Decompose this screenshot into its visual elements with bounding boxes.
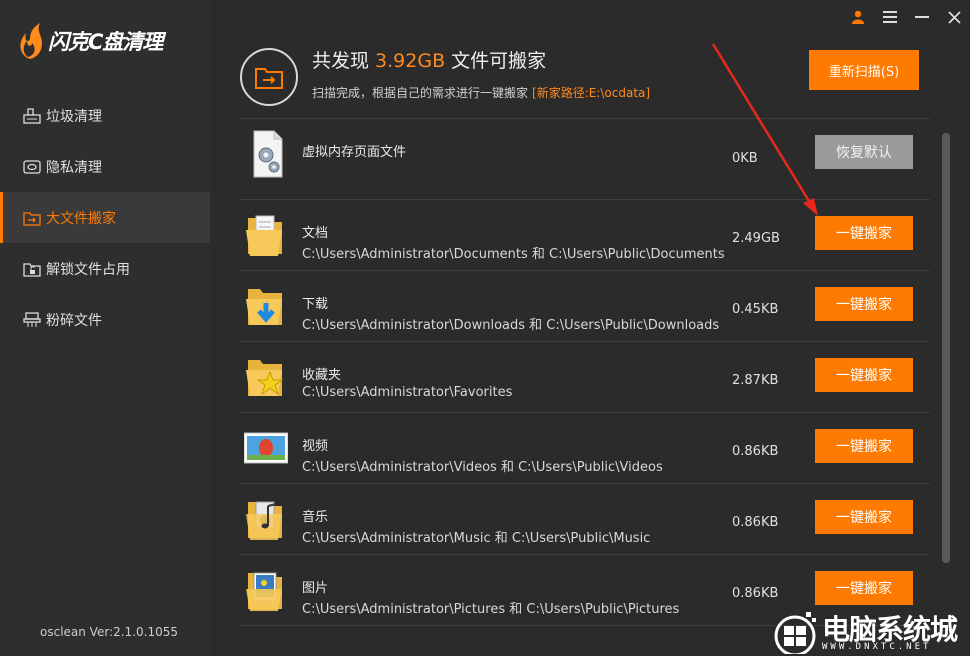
sidebar-item-label: 粉碎文件	[46, 312, 102, 329]
item-size: 0KB	[732, 151, 758, 166]
item-name: 图片	[302, 581, 329, 596]
pictures-folder-icon	[246, 572, 282, 611]
list-item: 文档 C:\Users\Administrator\Documents 和 C:…	[240, 199, 930, 270]
one-click-move-button[interactable]: 一键搬家	[815, 216, 913, 250]
one-click-move-button[interactable]: 一键搬家	[815, 429, 913, 463]
item-path: C:\Users\Administrator\Favorites	[302, 385, 513, 400]
user-icon	[852, 10, 864, 24]
list-item: 下载 C:\Users\Administrator\Downloads 和 C:…	[240, 270, 930, 341]
scan-status: 扫描完成，根据自己的需求进行一键搬家 [新家路径:E:\ocdata]	[312, 84, 650, 101]
windows-logo-icon	[774, 612, 816, 654]
title-suffix: 文件可搬家	[445, 50, 547, 72]
documents-folder-icon	[246, 215, 282, 256]
settings-file-icon	[253, 130, 283, 178]
list-item: 音乐 C:\Users\Administrator\Music 和 C:\Use…	[240, 483, 930, 554]
menu-button[interactable]	[874, 0, 906, 34]
close-icon	[947, 10, 961, 24]
total-size: 3.92GB	[375, 50, 446, 72]
one-click-move-button[interactable]: 一键搬家	[815, 571, 913, 605]
item-path: C:\Users\Administrator\Videos 和 C:\Users…	[302, 460, 663, 475]
app-title: 闪克C盘清理	[48, 30, 163, 54]
result-header: 共发现 3.92GB 文件可搬家 扫描完成，根据自己的需求进行一键搬家 [新家路径…	[240, 44, 940, 114]
sidebar-item-shred-file[interactable]: 粉碎文件	[0, 294, 210, 345]
new-home-path[interactable]: [新家路径:E:\ocdata]	[532, 86, 650, 100]
watermark: 电脑系统城 WWW.DNXTC.NET	[770, 604, 970, 656]
favorites-folder-icon	[246, 360, 284, 396]
item-size: 0.86KB	[732, 515, 779, 530]
version-label: osclean Ver:2.1.0.1055	[40, 625, 178, 639]
one-click-move-button[interactable]: 一键搬家	[815, 287, 913, 321]
sidebar-nav: 垃圾清理 隐私清理 大文件搬家 解锁文件占用 粉碎文件	[0, 90, 210, 345]
main-panel: 共发现 3.92GB 文件可搬家 扫描完成，根据自己的需求进行一键搬家 [新家路径…	[210, 0, 970, 656]
item-size: 0.86KB	[732, 586, 779, 601]
watermark-url: WWW.DNXTC.NET	[822, 642, 932, 652]
page-title: 共发现 3.92GB 文件可搬家	[312, 46, 546, 73]
sidebar-item-label: 解锁文件占用	[46, 261, 130, 278]
list-item: 视频 C:\Users\Administrator\Videos 和 C:\Us…	[240, 412, 930, 483]
privacy-icon	[22, 158, 42, 176]
sidebar-item-label: 大文件搬家	[46, 210, 116, 227]
item-path: C:\Users\Administrator\Music 和 C:\Users\…	[302, 531, 651, 546]
item-size: 0.86KB	[732, 444, 779, 459]
flame-logo-icon	[20, 23, 42, 59]
sidebar-item-junk-clean[interactable]: 垃圾清理	[0, 90, 210, 141]
broom-icon	[22, 107, 42, 125]
one-click-move-button[interactable]: 一键搬家	[815, 358, 913, 392]
item-path: C:\Users\Administrator\Downloads 和 C:\Us…	[302, 318, 720, 333]
app-logo: 闪克C盘清理	[16, 20, 163, 62]
item-name: 视频	[302, 439, 329, 454]
item-path: C:\Users\Administrator\Documents 和 C:\Us…	[302, 247, 725, 262]
close-button[interactable]	[938, 0, 970, 34]
scan-status-text: 扫描完成，根据自己的需求进行一键搬家	[312, 86, 529, 100]
item-size: 2.49GB	[732, 231, 780, 246]
unlock-file-icon	[22, 260, 42, 278]
title-prefix: 共发现	[312, 50, 376, 72]
restore-default-button[interactable]: 恢复默认	[815, 135, 913, 169]
list-item: 虚拟内存页面文件 0KB 恢复默认	[240, 118, 930, 189]
videos-folder-icon	[244, 432, 288, 464]
music-folder-icon	[246, 501, 282, 540]
downloads-folder-icon	[246, 289, 282, 325]
one-click-move-button[interactable]: 一键搬家	[815, 500, 913, 534]
item-size: 2.87KB	[732, 373, 779, 388]
item-size: 0.45KB	[732, 302, 779, 317]
move-file-icon	[22, 209, 42, 227]
item-name: 文档	[302, 226, 329, 241]
minimize-button[interactable]	[906, 0, 938, 34]
minimize-icon	[915, 16, 929, 18]
sidebar-item-label: 隐私清理	[46, 159, 102, 176]
move-folder-icon	[240, 48, 298, 106]
sidebar-item-unlock-file[interactable]: 解锁文件占用	[0, 243, 210, 294]
user-button[interactable]	[842, 0, 874, 34]
item-path: C:\Users\Administrator\Pictures 和 C:\Use…	[302, 602, 680, 617]
item-name: 收藏夹	[302, 368, 342, 383]
sidebar: 闪克C盘清理 垃圾清理 隐私清理 大文件搬家 解锁文件占用 粉碎文件 oscle…	[0, 0, 210, 656]
item-name: 虚拟内存页面文件	[302, 145, 407, 160]
menu-icon	[883, 11, 897, 23]
sidebar-item-label: 垃圾清理	[46, 108, 102, 125]
rescan-button[interactable]: 重新扫描(S)	[809, 50, 919, 90]
item-name: 下载	[302, 297, 329, 312]
shredder-icon	[22, 311, 42, 329]
sidebar-item-large-file-move[interactable]: 大文件搬家	[0, 192, 210, 243]
window-controls	[842, 0, 970, 34]
item-name: 音乐	[302, 510, 329, 525]
list-item: 收藏夹 C:\Users\Administrator\Favorites 2.8…	[240, 341, 930, 412]
list-scrollbar[interactable]	[942, 133, 950, 563]
sidebar-item-privacy-clean[interactable]: 隐私清理	[0, 141, 210, 192]
scrollbar-thumb[interactable]	[942, 133, 950, 563]
